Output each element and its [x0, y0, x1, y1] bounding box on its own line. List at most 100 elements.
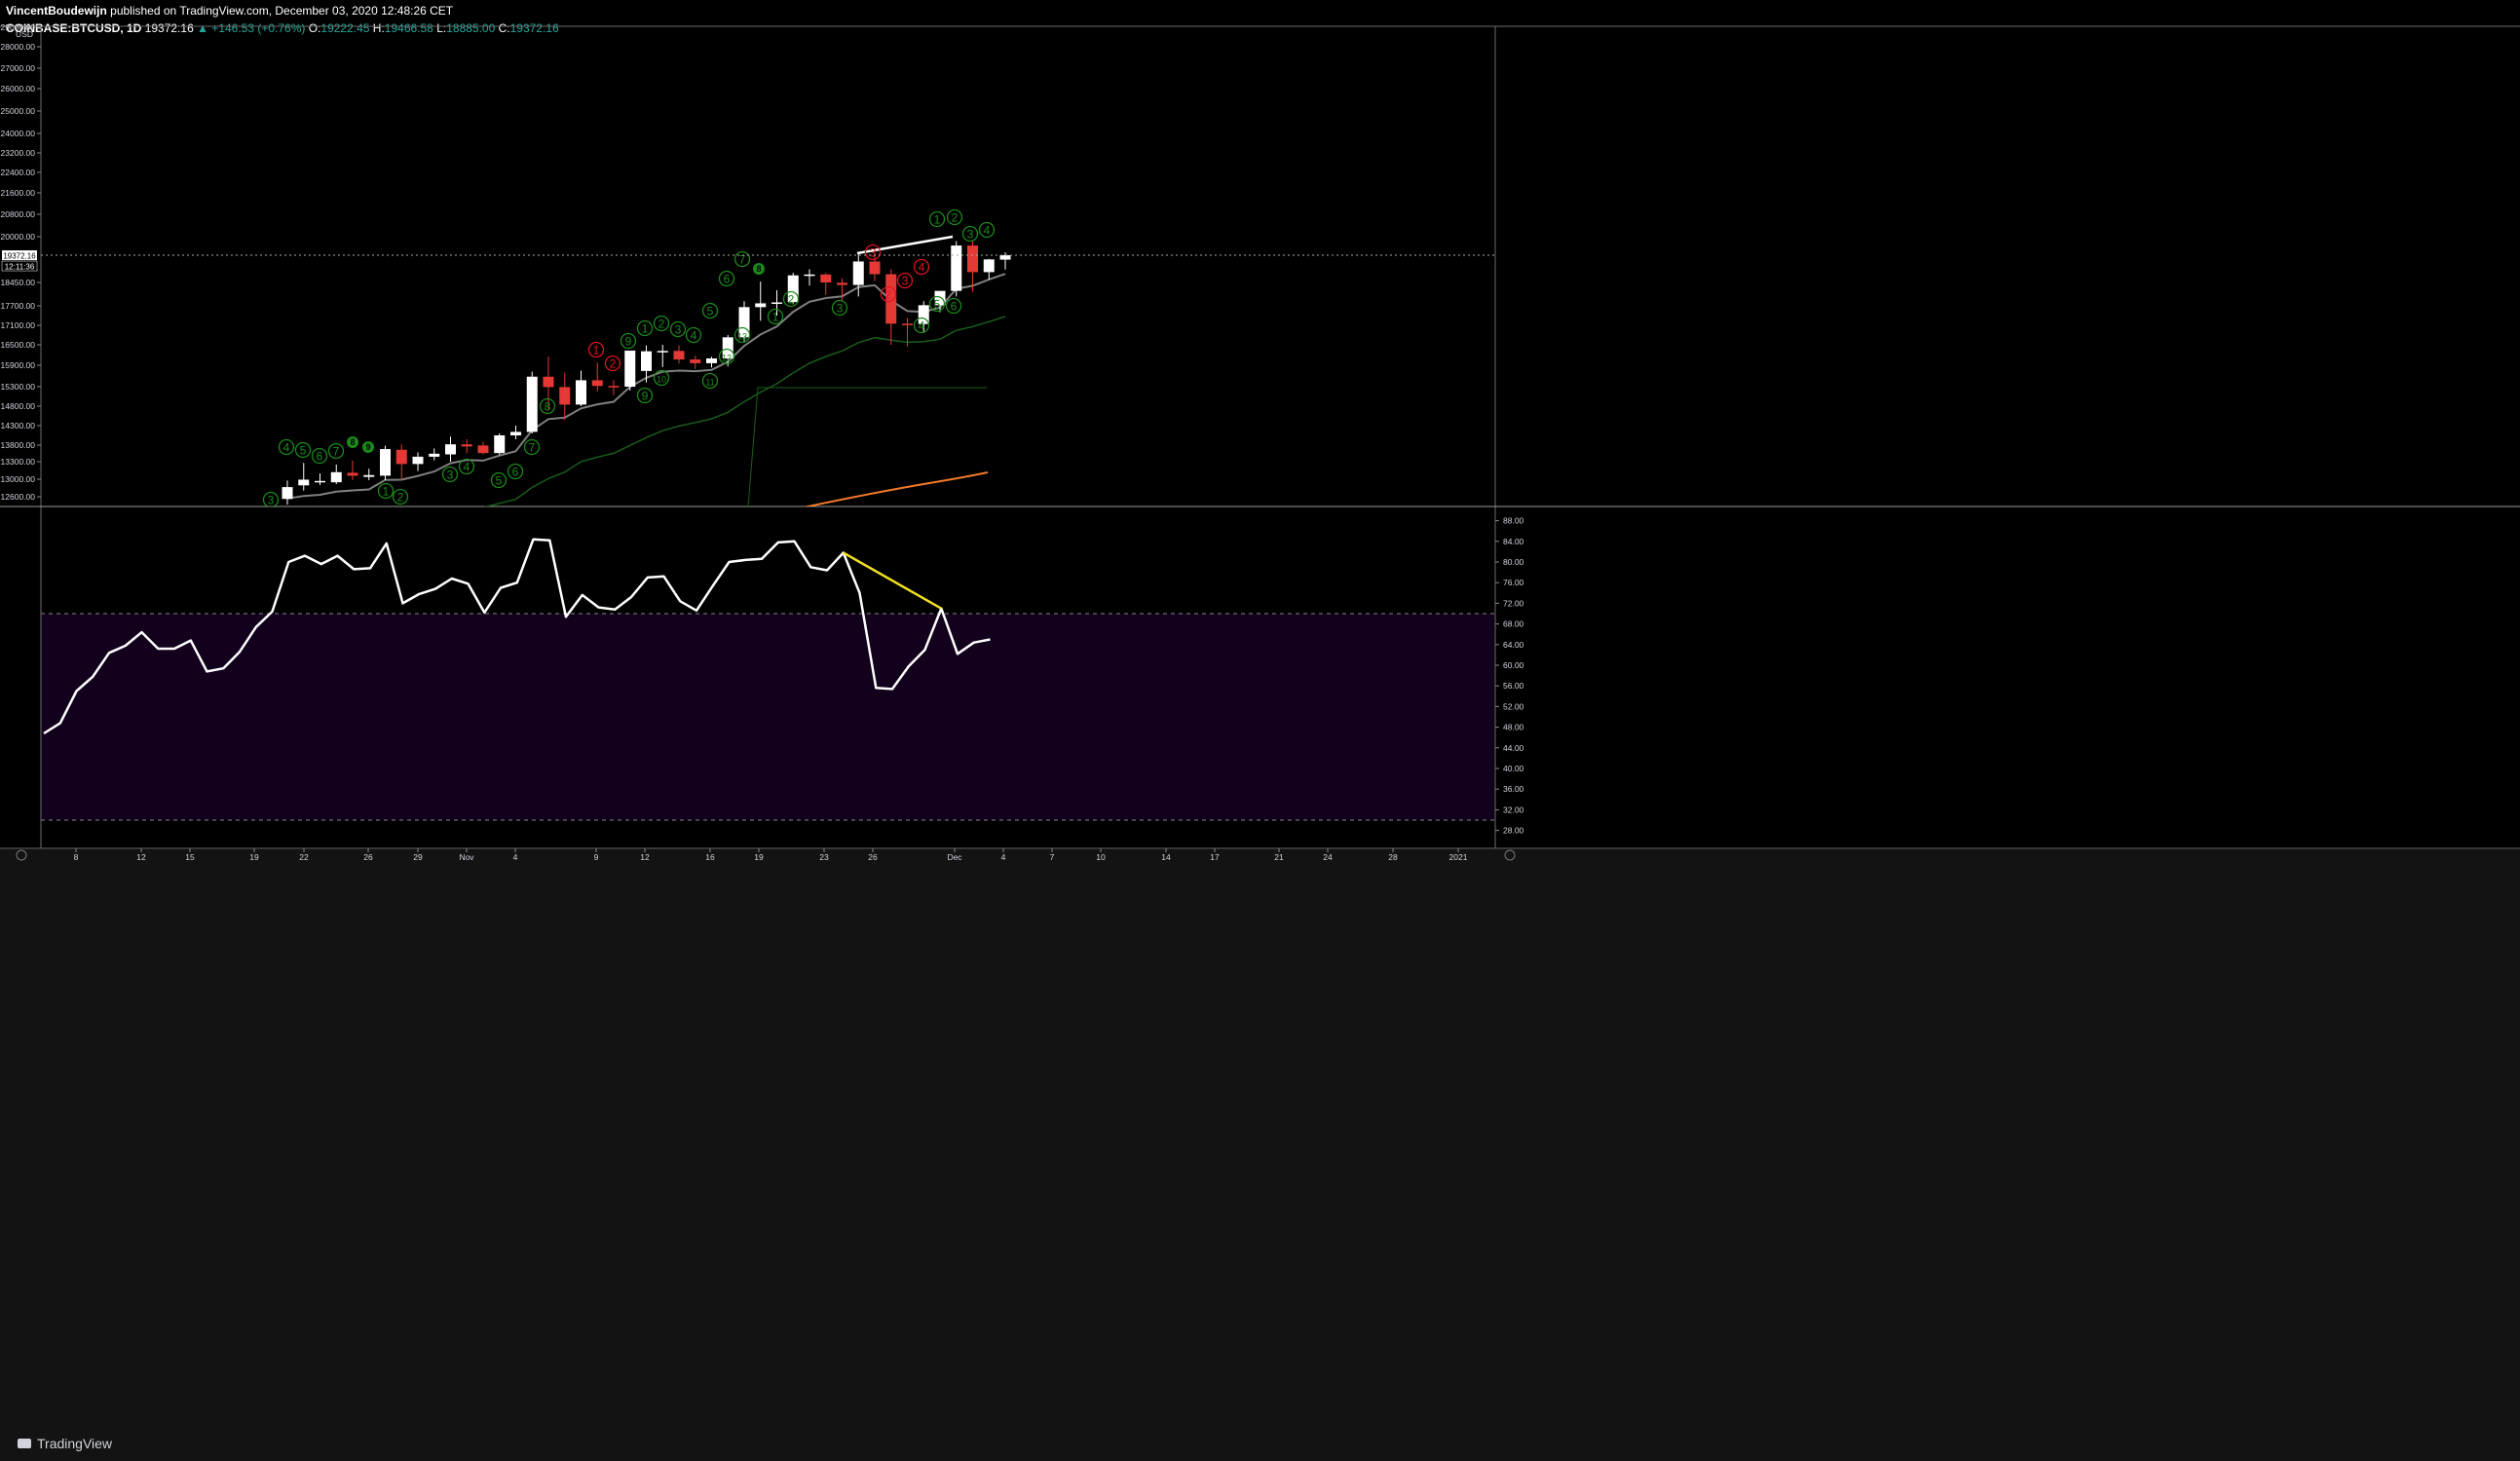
time-tick-label: Nov — [459, 852, 474, 862]
price-tick-label: 25000.00 — [1, 106, 36, 116]
candle-body[interactable] — [837, 282, 847, 285]
candle-body[interactable] — [902, 323, 913, 325]
candle-body[interactable] — [657, 351, 668, 353]
time-tick-label: Dec — [947, 852, 962, 862]
rsi-tick-label: 44.00 — [1503, 743, 1524, 753]
td-setup-number: 5 — [934, 298, 941, 312]
td-setup-number: 2 — [952, 211, 959, 225]
td-setup-number: 9 — [625, 335, 632, 349]
candle-body[interactable] — [706, 358, 717, 363]
candle-body[interactable] — [330, 471, 342, 483]
td-setup-number: 6 — [512, 466, 519, 479]
candle-body[interactable] — [804, 274, 815, 277]
footer-brand[interactable]: TradingView — [18, 1436, 112, 1451]
candle-body[interactable] — [820, 274, 832, 282]
td-setup-number: 8 — [545, 400, 551, 414]
td-countdown-number: 2 — [885, 288, 892, 302]
candle-body[interactable] — [543, 376, 554, 388]
candle-body[interactable] — [673, 351, 685, 360]
rsi-tick-label: 28.00 — [1503, 826, 1524, 836]
td-countdown-number: 1 — [593, 344, 600, 357]
candle-body[interactable] — [412, 456, 424, 465]
candle-body[interactable] — [771, 302, 782, 304]
td-setup-number: 4 — [919, 319, 925, 333]
price-tick-label: 14800.00 — [1, 401, 36, 411]
time-tick-label: 14 — [1161, 852, 1171, 862]
rsi-tick-label: 88.00 — [1503, 516, 1524, 526]
candle-body[interactable] — [461, 444, 472, 447]
candle-body[interactable] — [869, 261, 881, 275]
candle-body[interactable] — [624, 350, 636, 387]
candle-body[interactable] — [852, 261, 864, 285]
td-setup-number: 2 — [658, 318, 665, 331]
candle-body[interactable] — [526, 376, 538, 432]
candle-body[interactable] — [591, 380, 603, 387]
candle-body[interactable] — [608, 386, 620, 388]
candle-body[interactable] — [380, 449, 391, 476]
price-tick-label: 28000.00 — [1, 42, 36, 52]
td-setup-number: 1 — [772, 311, 779, 324]
candle-body[interactable] — [999, 255, 1011, 260]
candle-body[interactable] — [494, 435, 506, 454]
td-setup-number: 5 — [300, 444, 307, 458]
price-tick-label: 20000.00 — [1, 232, 36, 242]
td-setup-number: 5 — [707, 305, 714, 318]
candle-body[interactable] — [395, 449, 407, 465]
candle-body[interactable] — [690, 359, 701, 363]
time-tick-label: 15 — [185, 852, 195, 862]
td-setup-number: 8 — [350, 437, 355, 447]
candle-body[interactable] — [576, 380, 586, 405]
candle-body[interactable] — [315, 480, 325, 483]
rsi-tick-label: 72.00 — [1503, 598, 1524, 608]
candle-body[interactable] — [282, 487, 293, 500]
price-tick-label: 26000.00 — [1, 84, 36, 94]
td-setup-number: 4 — [984, 224, 991, 238]
support-step-line — [747, 387, 987, 506]
time-tick-label: 12 — [640, 852, 650, 862]
candle-body[interactable] — [559, 387, 571, 405]
candle-body[interactable] — [510, 431, 521, 435]
td-setup-number: 9 — [642, 390, 649, 403]
td-setup-number: 3 — [268, 494, 275, 507]
time-tick-label: 4 — [513, 852, 518, 862]
candle-body[interactable] — [641, 351, 652, 371]
price-tick-label: 18450.00 — [1, 278, 36, 287]
rsi-tick-label: 56.00 — [1503, 681, 1524, 691]
td-setup-number: 7 — [529, 441, 536, 455]
td-setup-number: 4 — [464, 461, 470, 474]
td-setup-number: 6 — [951, 300, 958, 314]
rsi-band-fill — [41, 614, 1495, 820]
chart-canvas[interactable]: 29000.0028000.0027000.0026000.0025000.00… — [0, 0, 2520, 1461]
time-tick-label: 16 — [705, 852, 715, 862]
rsi-tick-label: 64.00 — [1503, 640, 1524, 650]
candle-body[interactable] — [967, 245, 978, 273]
candle-body[interactable] — [951, 245, 962, 291]
td-countdown-number: 3 — [902, 275, 909, 288]
candle-body[interactable] — [347, 472, 358, 476]
td-setup-number: 13 — [737, 332, 747, 342]
time-tick-label: 17 — [1210, 852, 1220, 862]
td-countdown-number: 2 — [610, 357, 617, 371]
price-pane: 34 5 6 78 91 234567891 2 3 45678910 11121312345 61… — [262, 208, 1011, 507]
price-tick-label: 13300.00 — [1, 457, 36, 467]
rsi-tick-label: 32.00 — [1503, 805, 1524, 814]
candle-body[interactable] — [429, 453, 440, 457]
candle-body[interactable] — [445, 444, 456, 455]
td-setup-number: 4 — [283, 441, 290, 455]
td-setup-number: 10 — [657, 375, 666, 385]
time-tick-label: 4 — [1001, 852, 1006, 862]
candle-body[interactable] — [755, 303, 767, 308]
price-tick-label: 12600.00 — [1, 492, 36, 502]
rsi-tick-label: 84.00 — [1503, 537, 1524, 546]
candle-body[interactable] — [983, 259, 995, 273]
td-setup-number: 2 — [397, 491, 404, 505]
candle-body[interactable] — [477, 445, 489, 454]
currency-label: USD — [16, 29, 33, 39]
candle-body[interactable] — [363, 474, 375, 477]
time-tick-label: 9 — [594, 852, 599, 862]
td-setup-number: 7 — [333, 445, 340, 459]
time-axis-bg — [0, 849, 2520, 1461]
time-tick-label: 10 — [1096, 852, 1106, 862]
time-tick-label: 28 — [1388, 852, 1398, 862]
candle-body[interactable] — [298, 479, 310, 486]
